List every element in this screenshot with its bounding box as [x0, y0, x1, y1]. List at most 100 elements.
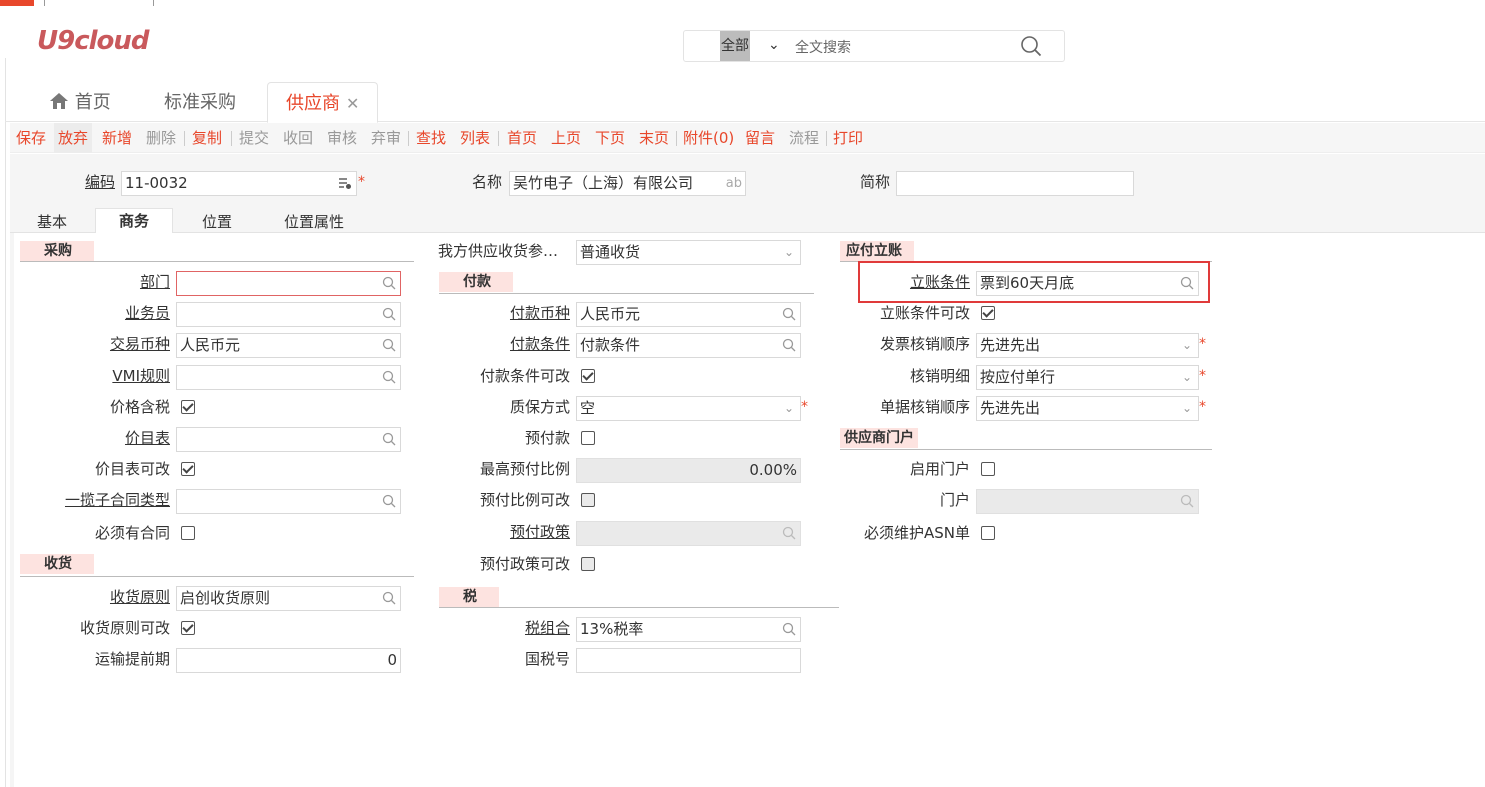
search-placeholder[interactable]: 全文搜索 [795, 37, 851, 57]
price-tax-checkbox[interactable] [181, 400, 195, 414]
search-icon[interactable] [382, 338, 396, 352]
abbr-label: 简称 [859, 173, 890, 191]
vmi-rule-field[interactable] [176, 365, 401, 390]
search-scope[interactable]: 全部 [720, 31, 750, 61]
tab-basic[interactable]: 基本 [37, 211, 67, 233]
search-icon[interactable] [382, 432, 396, 446]
list-button[interactable]: 列表 [460, 123, 490, 153]
new-button[interactable]: 新增 [102, 123, 132, 153]
prepay-checkbox[interactable] [581, 431, 595, 445]
pay-term-edit-checkbox[interactable] [581, 369, 595, 383]
last-page-button[interactable]: 末页 [639, 123, 669, 153]
print-button[interactable]: 打印 [833, 123, 863, 153]
chevron-down-icon[interactable]: ⌄ [1182, 397, 1192, 420]
delete-button[interactable]: 删除 [146, 123, 176, 153]
required-marker: * [1199, 336, 1206, 352]
inv-order-select[interactable]: 先进先出 ⌄ [976, 333, 1199, 358]
receive-rule-edit-label: 收货原则可改 [79, 619, 170, 637]
receive-rule-field[interactable]: 启创收货原则 [176, 586, 401, 611]
doc-order-select[interactable]: 先进先出 ⌄ [976, 396, 1199, 421]
buyer-field[interactable] [176, 302, 401, 327]
recall-button[interactable]: 收回 [283, 123, 313, 153]
discard-button[interactable]: 放弃 [54, 123, 93, 153]
unapprove-button[interactable]: 弃审 [371, 123, 401, 153]
name-label: 名称 [471, 173, 502, 191]
enable-portal-checkbox[interactable] [981, 462, 995, 476]
search-icon[interactable] [1020, 35, 1042, 57]
trade-currency-field[interactable]: 人民币元 [176, 333, 401, 358]
global-search[interactable]: 全部 ⌄ 全文搜索 [683, 30, 1065, 62]
tab-home[interactable]: 首页 [49, 82, 111, 122]
text-type-icon: ab [725, 176, 742, 191]
search-icon[interactable] [382, 370, 396, 384]
search-icon[interactable] [782, 622, 796, 636]
dept-label: 部门 [139, 273, 170, 291]
section-receive: 收货 [20, 554, 94, 574]
search-icon[interactable] [382, 307, 396, 321]
tab-supplier[interactable]: 供应商 ✕ [267, 82, 379, 123]
tab-standard-purchase[interactable]: 标准采购 [164, 82, 236, 122]
doc-order-value: 先进先出 [980, 399, 1041, 417]
section-ap: 应付立账 [840, 241, 914, 261]
must-contract-checkbox[interactable] [181, 526, 195, 540]
tax-no-field[interactable] [576, 648, 801, 673]
list-picker-icon[interactable] [338, 176, 352, 190]
code-field[interactable]: 11-0032 [121, 171, 357, 196]
code-value: 11-0032 [125, 174, 188, 192]
u9cloud-logo: U9cloud [37, 26, 150, 56]
tab-business[interactable]: 商务 [95, 208, 174, 234]
chevron-down-icon[interactable]: ⌄ [784, 397, 794, 420]
search-icon[interactable] [782, 338, 796, 352]
ap-cond-edit-checkbox[interactable] [981, 306, 995, 320]
policy-edit-checkbox [581, 557, 595, 571]
warranty-select[interactable]: 空 ⌄ [576, 396, 801, 421]
pricelist-field[interactable] [176, 427, 401, 452]
transport-lead-field[interactable]: 0 [176, 648, 401, 673]
first-page-button[interactable]: 首页 [507, 123, 537, 153]
supply-param-label: 我方供应收货参… [438, 242, 559, 260]
pricelist-edit-checkbox[interactable] [181, 462, 195, 476]
policy-edit-label: 预付政策可改 [479, 555, 570, 573]
sub-contract-field[interactable] [176, 489, 401, 514]
chevron-down-icon[interactable]: ⌄ [1182, 334, 1192, 357]
message-button[interactable]: 留言 [745, 123, 775, 153]
search-icon[interactable] [382, 494, 396, 508]
tab-location[interactable]: 位置 [202, 211, 232, 233]
pay-term-field[interactable]: 付款条件 [576, 333, 801, 358]
dept-field[interactable] [176, 271, 401, 296]
chevron-down-icon[interactable]: ⌄ [1182, 366, 1192, 389]
code-label: 编码 [84, 173, 115, 191]
receive-rule-edit-checkbox[interactable] [181, 621, 195, 635]
next-page-button[interactable]: 下页 [595, 123, 625, 153]
find-button[interactable]: 查找 [416, 123, 446, 153]
supply-param-select[interactable]: 普通收货 ⌄ [576, 240, 801, 265]
copy-button[interactable]: 复制 [192, 123, 222, 153]
submit-button[interactable]: 提交 [239, 123, 269, 153]
writeoff-detail-select[interactable]: 按应付单行 ⌄ [976, 365, 1199, 390]
pay-currency-field[interactable]: 人民币元 [576, 302, 801, 327]
save-button[interactable]: 保存 [16, 123, 46, 153]
chevron-down-icon[interactable]: ⌄ [768, 37, 780, 53]
close-icon[interactable]: ✕ [346, 94, 359, 113]
search-icon[interactable] [782, 307, 796, 321]
prepay-label: 预付款 [524, 429, 570, 447]
search-icon[interactable] [382, 276, 396, 290]
asn-required-checkbox[interactable] [981, 526, 995, 540]
warranty-value: 空 [580, 399, 596, 417]
workflow-button[interactable]: 流程 [789, 123, 819, 153]
page-tabs: 首页 标准采购 供应商 ✕ [5, 82, 1485, 123]
section-tax: 税 [439, 587, 499, 607]
search-icon[interactable] [382, 591, 396, 605]
abbr-field[interactable] [896, 171, 1134, 196]
chevron-down-icon[interactable]: ⌄ [784, 241, 794, 264]
name-field[interactable]: 吴竹电子（上海）有限公司 ab [509, 171, 746, 196]
tab-home-label: 首页 [74, 92, 111, 113]
attachment-button[interactable]: 附件(0) [683, 123, 734, 153]
prev-page-button[interactable]: 上页 [551, 123, 581, 153]
tab-location-attr[interactable]: 位置属性 [284, 211, 344, 233]
asn-required-label: 必须维护ASN单 [863, 524, 970, 542]
ap-cond-edit-label: 立账条件可改 [879, 304, 970, 322]
approve-button[interactable]: 审核 [327, 123, 357, 153]
max-ratio-label: 最高预付比例 [479, 460, 570, 478]
tax-group-field[interactable]: 13%税率 [576, 617, 801, 642]
